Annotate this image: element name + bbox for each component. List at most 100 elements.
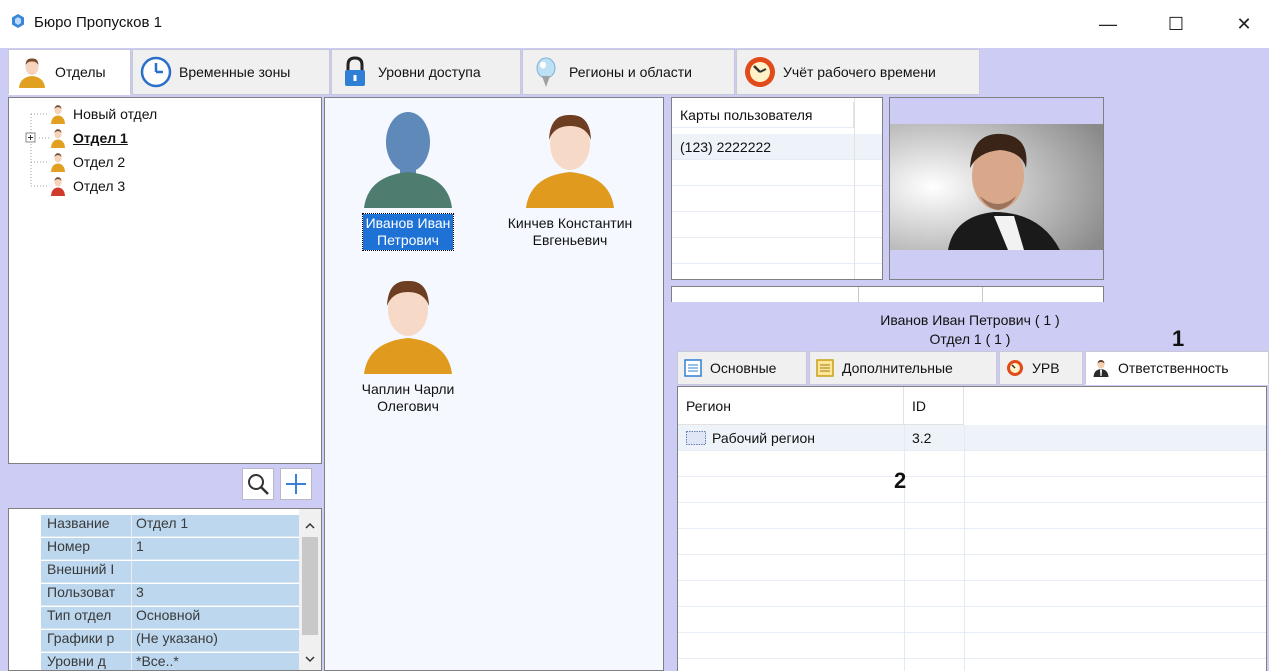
user-avatar-icon — [364, 280, 452, 374]
user-cards-grid[interactable]: Карты пользователя (123) 2222222 — [671, 97, 883, 280]
app-icon — [12, 14, 24, 28]
tab-time-zones-label: Временные зоны — [179, 64, 291, 80]
property-value[interactable]: Основной — [131, 607, 299, 629]
search-button[interactable] — [242, 468, 274, 500]
grid-divider — [904, 425, 905, 671]
table-row-empty — [678, 633, 1266, 659]
property-key: Тип отдел — [41, 607, 131, 629]
property-key: Название — [41, 515, 131, 537]
tree-item-label: Новый отдел — [73, 106, 158, 122]
tab-additional[interactable]: Дополнительные — [809, 351, 997, 385]
property-value[interactable] — [131, 561, 299, 583]
property-key: Номер — [41, 538, 131, 560]
employee-name-line1: Кинчев Константин — [507, 215, 633, 231]
employee-name: Кинчев Константин Евгеньевич — [505, 214, 636, 250]
tab-access-levels[interactable]: Уровни доступа — [331, 49, 521, 95]
tab-time-tracking[interactable]: Учёт рабочего времени — [736, 49, 980, 95]
responsibility-grid[interactable]: Регион ID Рабочий регион 3.2 — [677, 386, 1267, 671]
user-card-row-empty — [672, 212, 882, 238]
properties-scrollbar[interactable] — [299, 509, 321, 670]
user-silhouette-icon — [364, 112, 452, 208]
stopwatch-icon — [745, 57, 775, 87]
property-value[interactable]: 3 — [131, 584, 299, 606]
person-icon — [51, 105, 65, 124]
property-row[interactable]: Пользоват 3 — [41, 584, 299, 606]
clock-icon — [140, 56, 172, 88]
person-icon — [19, 58, 45, 88]
property-key: Внешний I — [41, 561, 131, 583]
minimize-button[interactable]: — — [1088, 8, 1128, 40]
user-card-row[interactable]: (123) 2222222 — [672, 134, 882, 160]
employee-name-line2: Олегович — [377, 398, 439, 414]
property-value[interactable]: Отдел 1 — [131, 515, 299, 537]
lock-icon — [345, 56, 365, 86]
tab-basic[interactable]: Основные — [677, 351, 807, 385]
employee-card-ivanov[interactable]: Иванов Иван Петрович — [333, 104, 483, 251]
minimize-icon: — — [1099, 13, 1117, 34]
user-card-row-empty — [672, 186, 882, 212]
table-row-empty — [678, 529, 1266, 555]
tab-time-zones[interactable]: Временные зоны — [132, 49, 330, 95]
tree-item-dept-2[interactable]: Отдел 2 — [49, 150, 125, 174]
property-row[interactable]: Уровни д *Все..* — [41, 653, 299, 670]
table-row-empty — [678, 503, 1266, 529]
scrollbar-arrows-icon — [302, 522, 318, 663]
employee-card-chaplin[interactable]: Чаплин Чарли Олегович — [333, 270, 483, 416]
property-value[interactable]: (Не указано) — [131, 630, 299, 652]
department-tree[interactable]: Новый отдел Отдел 1 Отдел 2 Отдел 3 — [8, 97, 322, 464]
tree-item-label: Отдел 1 — [73, 130, 128, 146]
property-value[interactable]: *Все..* — [131, 653, 299, 670]
tree-item-label: Отдел 2 — [73, 154, 126, 170]
user-photo-frame[interactable] — [889, 97, 1104, 280]
region-icon — [686, 431, 706, 445]
region-name: Рабочий регион — [712, 430, 815, 446]
tree-item-dept-3[interactable]: Отдел 3 — [49, 174, 125, 198]
property-row[interactable]: Номер 1 — [41, 538, 299, 560]
column-header-region[interactable]: Регион — [678, 387, 904, 425]
search-icon — [248, 474, 269, 495]
tab-access-levels-label: Уровни доступа — [378, 64, 481, 80]
property-value[interactable]: 1 — [131, 538, 299, 560]
grid-divider — [854, 98, 855, 279]
property-row[interactable]: Внешний I — [41, 561, 299, 583]
tab-additional-label: Дополнительные — [842, 360, 953, 376]
plus-icon — [286, 474, 306, 494]
person-red-icon — [51, 177, 65, 196]
property-key: Уровни д — [41, 653, 131, 670]
table-row-empty — [678, 581, 1266, 607]
employee-info-strip — [671, 286, 1104, 302]
tree-item-dept-1[interactable]: Отдел 1 — [49, 126, 128, 150]
tree-item-new-dept[interactable]: Новый отдел — [49, 102, 157, 126]
tab-time-tracking-label: Учёт рабочего времени — [783, 64, 936, 80]
user-card-row-empty — [672, 238, 882, 264]
close-button[interactable]: ✕ — [1224, 8, 1264, 40]
properties-grid[interactable]: Название Отдел 1 Номер 1 Внешний I Пользов… — [8, 508, 322, 671]
table-row[interactable]: Рабочий регион 3.2 — [678, 425, 1266, 451]
tab-regions-label: Регионы и области — [569, 64, 692, 80]
stopwatch-icon — [1007, 360, 1023, 376]
property-row[interactable]: Графики р (Не указано) — [41, 630, 299, 652]
user-avatar-icon — [526, 114, 614, 208]
property-key: Пользоват — [41, 584, 131, 606]
employees-panel[interactable]: Иванов Иван Петрович Кинчев Константин Евг… — [324, 97, 664, 671]
maximize-button[interactable]: ☐ — [1156, 8, 1196, 40]
tab-departments-label: Отделы — [55, 64, 106, 80]
pin-icon — [536, 57, 556, 87]
column-header-id[interactable]: ID — [904, 387, 964, 425]
employee-name-line2: Петрович — [377, 232, 439, 248]
tab-responsibility[interactable]: Ответственность — [1085, 351, 1269, 385]
annotation-2: 2 — [894, 468, 907, 493]
tab-time-tracking-short[interactable]: УРВ — [999, 351, 1083, 385]
add-button[interactable] — [280, 468, 312, 500]
property-row[interactable]: Название Отдел 1 — [41, 515, 299, 537]
tab-departments[interactable]: Отделы — [8, 49, 131, 95]
employee-card-kinchev[interactable]: Кинчев Константин Евгеньевич — [495, 104, 645, 250]
manager-icon — [1093, 360, 1109, 377]
annotation-1: 1 — [1172, 326, 1185, 351]
table-row-empty — [678, 607, 1266, 633]
tab-regions[interactable]: Регионы и области — [522, 49, 735, 95]
employee-name: Чаплин Чарли Олегович — [359, 380, 458, 416]
property-row[interactable]: Тип отдел Основной — [41, 607, 299, 629]
tree-toolbar — [8, 464, 322, 506]
employee-name-line1: Иванов Иван — [365, 215, 451, 231]
